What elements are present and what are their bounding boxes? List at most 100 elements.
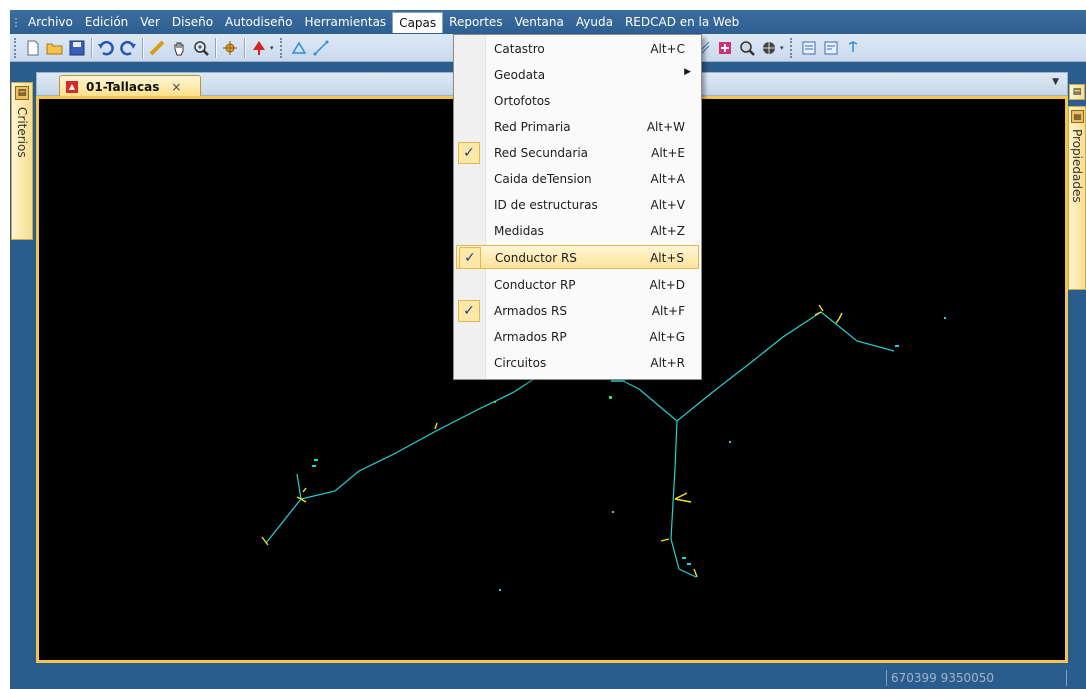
zoom-icon[interactable] <box>190 37 212 59</box>
propiedades-panel-icon: ▤ <box>1071 110 1084 123</box>
menu-ventana[interactable]: Ventana <box>509 12 570 32</box>
menu-item-shortcut: Alt+S <box>650 251 684 265</box>
menu-edicion[interactable]: Edición <box>79 12 134 32</box>
menu-capas[interactable]: Capas <box>392 12 444 33</box>
toolbar-overflow-icon[interactable]: ▾ <box>270 44 276 52</box>
criterios-tab-label: Criterios <box>15 107 29 158</box>
structure-marker <box>674 492 692 503</box>
undo-icon[interactable] <box>95 37 117 59</box>
tab-list-dropdown-icon[interactable]: ▼ <box>1052 77 1059 87</box>
toolbar-grip[interactable] <box>14 37 20 58</box>
structure-marker <box>814 304 824 316</box>
menu-item-label: Red Primaria <box>494 120 571 134</box>
annotation-mark <box>314 459 318 461</box>
menu-item-label: Ortofotos <box>494 94 551 108</box>
menu-item-label: Circuitos <box>494 356 547 370</box>
menu-item-red-secundaria[interactable]: ✓ Red Secundaria Alt+E <box>456 141 699 165</box>
menu-item-label: Red Secundaria <box>494 146 589 160</box>
menu-ver[interactable]: Ver <box>134 12 166 32</box>
toolbar-separator <box>215 37 216 58</box>
pan-hand-icon[interactable] <box>168 37 190 59</box>
report-a-icon[interactable] <box>798 37 820 59</box>
status-panel-divider <box>1066 670 1067 686</box>
menu-item-red-primaria[interactable]: Red Primaria Alt+W <box>456 115 699 139</box>
status-bar: 670399 9350050 <box>10 667 1086 689</box>
check-icon: ✓ <box>459 247 481 269</box>
menu-autodiseno[interactable]: Autodiseño <box>219 12 298 32</box>
menu-item-conductor-rp[interactable]: Conductor RP Alt+D <box>456 273 699 297</box>
menu-item-shortcut: Alt+D <box>649 278 685 292</box>
measure-icon[interactable] <box>146 37 168 59</box>
menu-item-shortcut: Alt+A <box>650 172 685 186</box>
menu-item-conductor-rs[interactable]: ✓ Conductor RS Alt+S <box>456 245 699 269</box>
save-icon[interactable] <box>66 37 88 59</box>
menu-archivo[interactable]: Archivo <box>22 12 79 32</box>
annotation-mark <box>611 380 625 382</box>
menu-item-shortcut: Alt+Z <box>650 224 685 238</box>
menu-item-armados-rp[interactable]: Armados RP Alt+G <box>456 325 699 349</box>
toolbar-separator <box>91 37 92 58</box>
report-b-icon[interactable] <box>820 37 842 59</box>
right-side-panel: ▤ ▤ Propiedades <box>1068 62 1086 667</box>
menu-item-id-estructuras[interactable]: ID de estructuras Alt+V <box>456 193 699 217</box>
menu-herramientas[interactable]: Herramientas <box>298 12 392 32</box>
node-point <box>494 401 496 403</box>
menu-item-label: Armados RP <box>494 330 567 344</box>
menu-item-armados-rs[interactable]: ✓ Armados RS Alt+F <box>456 299 699 323</box>
menu-item-catastro[interactable]: Catastro Alt+C <box>456 37 699 61</box>
menu-item-caida-tension[interactable]: Caida deTension Alt+A <box>456 167 699 191</box>
menu-item-label: Medidas <box>494 224 544 238</box>
transform-icon[interactable] <box>842 37 864 59</box>
toolbar-grip[interactable] <box>790 37 796 58</box>
panel-pin-icon[interactable]: ▤ <box>1069 84 1085 100</box>
menu-item-circuitos[interactable]: Circuitos Alt+R <box>456 351 699 375</box>
drawing-file-icon: ▲ <box>66 80 78 93</box>
conductor-line <box>265 360 558 544</box>
snap-icon[interactable] <box>219 37 241 59</box>
menu-item-shortcut: Alt+C <box>650 42 685 56</box>
document-tab[interactable]: ▲ 01-Tallacas × <box>59 75 201 97</box>
menu-item-medidas[interactable]: Medidas Alt+Z <box>456 219 699 243</box>
capas-dropdown-menu: Catastro Alt+C Geodata ▶ Ortofotos Red P… <box>453 34 702 380</box>
print-icon[interactable] <box>758 37 780 59</box>
menu-item-shortcut: Alt+W <box>646 120 685 134</box>
annotation-mark <box>687 563 691 565</box>
close-tab-icon[interactable]: × <box>171 80 181 94</box>
conductor-line <box>670 420 697 578</box>
menu-item-label: Catastro <box>494 42 545 56</box>
menu-redcad-web[interactable]: REDCAD en la Web <box>619 12 745 32</box>
menu-reportes[interactable]: Reportes <box>443 12 508 32</box>
annotation-mark <box>499 589 501 591</box>
propiedades-tab[interactable]: ▤ Propiedades <box>1068 106 1086 290</box>
line-icon[interactable] <box>310 37 332 59</box>
annotation-mark <box>612 511 614 513</box>
annotation-mark <box>944 317 946 319</box>
layer-icon[interactable] <box>288 37 310 59</box>
menu-item-shortcut: Alt+R <box>650 356 685 370</box>
toolbar-separator <box>244 37 245 58</box>
check-icon: ✓ <box>458 300 480 322</box>
menu-item-geodata[interactable]: Geodata ▶ <box>456 63 699 87</box>
menu-diseno[interactable]: Diseño <box>166 12 219 32</box>
toolbar-overflow-icon[interactable]: ▾ <box>780 44 786 52</box>
menu-item-ortofotos[interactable]: Ortofotos <box>456 89 699 113</box>
conductor-line <box>296 473 302 500</box>
toolbar-grip[interactable] <box>280 37 286 58</box>
structure-marker <box>835 312 843 324</box>
submenu-arrow-icon: ▶ <box>684 67 691 77</box>
criterios-panel-icon: ▤ <box>15 86 29 100</box>
node-point <box>609 396 612 399</box>
criterios-tab[interactable]: ▤ Criterios <box>11 82 33 240</box>
menu-item-label: Conductor RS <box>495 251 577 265</box>
inspect-icon[interactable] <box>736 37 758 59</box>
menu-ayuda[interactable]: Ayuda <box>570 12 619 32</box>
structure-marker <box>660 538 670 542</box>
annotation-mark <box>312 465 316 467</box>
redo-icon[interactable] <box>117 37 139 59</box>
structure-icon[interactable] <box>714 37 736 59</box>
menubar-grip-icon[interactable]: ⋮ <box>10 16 22 29</box>
new-file-icon[interactable] <box>22 37 44 59</box>
marker-icon[interactable] <box>248 37 270 59</box>
menu-item-label: ID de estructuras <box>494 198 598 212</box>
open-folder-icon[interactable] <box>44 37 66 59</box>
